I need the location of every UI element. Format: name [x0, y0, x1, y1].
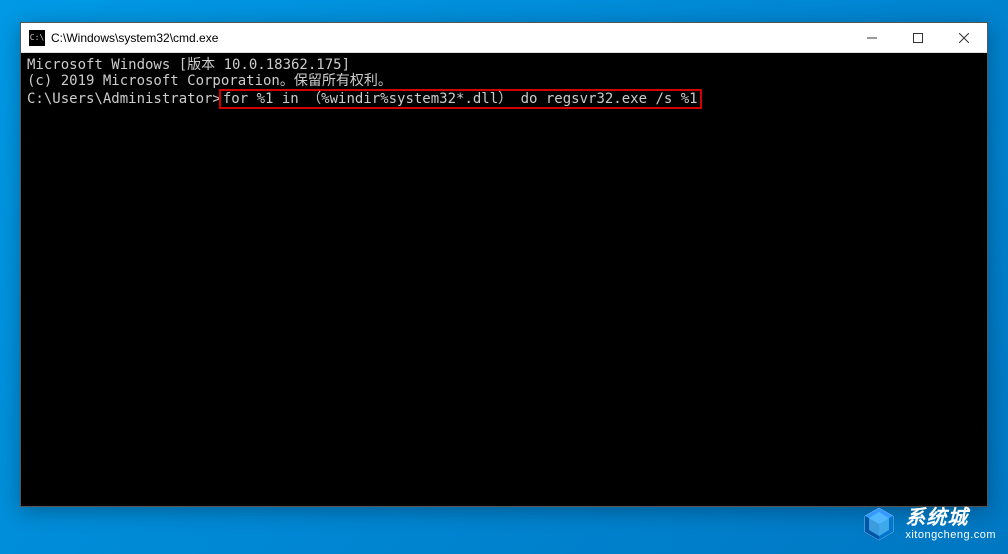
window-controls: [849, 23, 987, 52]
maximize-icon: [913, 33, 923, 43]
terminal-prompt: C:\Users\Administrator>: [27, 91, 221, 107]
terminal-body[interactable]: Microsoft Windows [版本 10.0.18362.175](c)…: [21, 53, 987, 506]
watermark-sub-text: xitongcheng.com: [905, 529, 996, 541]
close-icon: [959, 33, 969, 43]
close-button[interactable]: [941, 23, 987, 52]
watermark-logo-icon: [859, 504, 899, 544]
command-highlight: for %1 in （%windir%system32*.dll） do reg…: [219, 89, 702, 109]
terminal-command: for %1 in （%windir%system32*.dll） do reg…: [223, 91, 698, 107]
cmd-icon: C:\: [29, 30, 45, 46]
watermark: 系统城 xitongcheng.com: [859, 504, 996, 544]
terminal-prompt-line: C:\Users\Administrator>for %1 in （%windi…: [27, 89, 981, 109]
watermark-main-text: 系统城: [905, 507, 996, 529]
window-title: C:\Windows\system32\cmd.exe: [51, 31, 849, 45]
maximize-button[interactable]: [895, 23, 941, 52]
terminal-output-line: Microsoft Windows [版本 10.0.18362.175]: [27, 57, 981, 73]
watermark-text: 系统城 xitongcheng.com: [905, 507, 996, 541]
titlebar[interactable]: C:\ C:\Windows\system32\cmd.exe: [21, 23, 987, 53]
minimize-icon: [867, 33, 877, 43]
minimize-button[interactable]: [849, 23, 895, 52]
cmd-window: C:\ C:\Windows\system32\cmd.exe Microsof…: [20, 22, 988, 507]
terminal-output-line: (c) 2019 Microsoft Corporation。保留所有权利。: [27, 73, 981, 89]
